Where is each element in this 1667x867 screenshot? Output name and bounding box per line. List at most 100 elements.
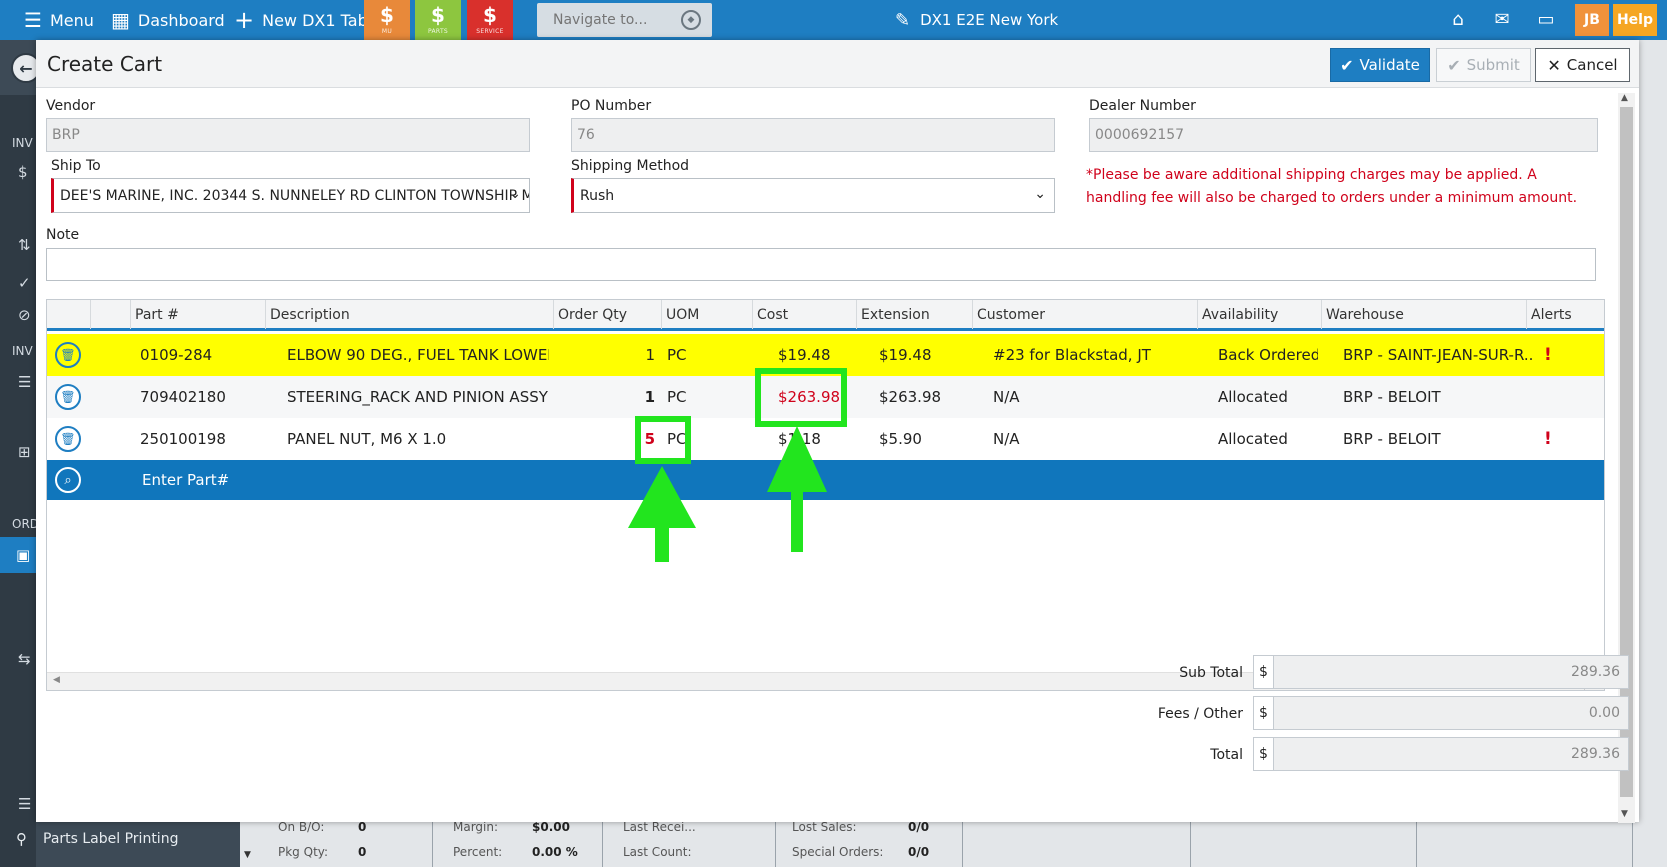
- column-header-availability[interactable]: Availability: [1198, 300, 1322, 329]
- column-header-uom[interactable]: UOM: [662, 300, 753, 329]
- sidebar-item-parts-label-printing[interactable]: ⚲ Parts Label Printing: [16, 830, 178, 848]
- quick-service-button[interactable]: $ SERVICE: [467, 0, 513, 40]
- ship-to-select[interactable]: DEE'S MARINE, INC. 20344 S. NUNNELEY RD …: [51, 178, 530, 213]
- note-input[interactable]: [46, 248, 1596, 281]
- inventory-icon[interactable]: $: [18, 163, 28, 181]
- check-icon: ✔: [1447, 55, 1461, 75]
- currency-symbol: $: [1254, 656, 1274, 688]
- trash-icon[interactable]: 🗑: [55, 342, 81, 368]
- ban-icon[interactable]: ⊘: [18, 306, 31, 324]
- submit-button[interactable]: ✔ Submit: [1436, 48, 1531, 82]
- store-name[interactable]: ✎ DX1 E2E New York: [895, 0, 1058, 40]
- cart-icon[interactable]: ⊞: [18, 443, 31, 461]
- fees-label: Fees / Other: [1157, 706, 1243, 722]
- po-number-field: [571, 118, 1055, 152]
- list-icon[interactable]: ☰: [18, 373, 31, 391]
- mail-icon[interactable]: ✉: [1490, 10, 1514, 30]
- compass-icon[interactable]: ◆: [681, 10, 701, 30]
- stat-label: Lost Sales:: [792, 820, 857, 834]
- extension-cell: $19.48: [879, 346, 932, 364]
- check-icon: ✔: [1340, 55, 1354, 75]
- order-qty-cell[interactable]: 1: [562, 376, 655, 418]
- trash-icon[interactable]: 🗑: [55, 384, 81, 410]
- dialog-header: Create Cart ✔ Validate ✔ Submit ✕ Cancel: [36, 40, 1639, 88]
- column-header-warehouse[interactable]: Warehouse: [1322, 300, 1527, 329]
- alert-icon[interactable]: [1544, 376, 1564, 418]
- dealer-number-field: [1089, 118, 1598, 152]
- divider: [432, 820, 433, 867]
- column-header-part[interactable]: Part #: [131, 300, 266, 329]
- warehouse-cell: BRP - BELOIT: [1343, 430, 1441, 448]
- column-header-alerts[interactable]: Alerts: [1527, 300, 1604, 329]
- dollar-add-icon: $: [431, 3, 445, 27]
- order-qty-cell[interactable]: 1: [562, 334, 655, 376]
- vendor-field: [46, 118, 530, 152]
- chevron-down-icon[interactable]: ▼: [1621, 809, 1628, 819]
- column-header-cost[interactable]: Cost: [753, 300, 857, 329]
- check-icon[interactable]: ✓: [18, 274, 31, 292]
- shipping-warning: *Please be aware additional shipping cha…: [1086, 167, 1578, 206]
- stat-label: Percent:: [453, 845, 503, 859]
- total-label: Total: [1210, 747, 1243, 763]
- dialog-title: Create Cart: [47, 52, 163, 76]
- enter-part-input[interactable]: [137, 460, 437, 500]
- stat-value: 0/0: [908, 845, 930, 859]
- availability-cell: Allocated: [1218, 388, 1288, 406]
- column-header-description[interactable]: Description: [266, 300, 554, 329]
- search-icon[interactable]: ⌕: [55, 467, 81, 493]
- list-icon[interactable]: ☰: [18, 795, 31, 813]
- divider: [1632, 820, 1633, 867]
- stat-label: Last Count:: [623, 845, 692, 859]
- total-field: $ 289.36: [1253, 737, 1629, 771]
- scrollbar-thumb[interactable]: [1620, 107, 1633, 797]
- dashboard-button[interactable]: ▦ Dashboard: [111, 0, 225, 40]
- report-icon[interactable]: ⇆: [18, 650, 31, 668]
- trash-icon[interactable]: 🗑: [55, 426, 81, 452]
- alert-icon[interactable]: !: [1544, 334, 1564, 376]
- cancel-button[interactable]: ✕ Cancel: [1535, 48, 1630, 82]
- chevron-up-icon[interactable]: ▲: [1621, 93, 1628, 103]
- chevron-down-icon[interactable]: ▼: [244, 850, 251, 860]
- part-cell: 709402180: [140, 388, 226, 406]
- dealer-number-label: Dealer Number: [1089, 98, 1196, 114]
- transfer-icon[interactable]: ⇅: [18, 236, 31, 254]
- ship-to-label: Ship To: [51, 158, 101, 174]
- column-header-customer[interactable]: Customer: [973, 300, 1198, 329]
- shipping-method-select[interactable]: Rush ⌄: [571, 178, 1055, 213]
- help-button[interactable]: Help: [1613, 4, 1657, 36]
- menu-button[interactable]: ☰ Menu: [24, 0, 94, 40]
- divider: [1416, 820, 1417, 867]
- validate-button[interactable]: ✔ Validate: [1330, 48, 1430, 82]
- dollar-add-icon: $: [380, 3, 394, 27]
- column-header-extension[interactable]: Extension: [857, 300, 973, 329]
- subtotal-label: Sub Total: [1179, 665, 1243, 681]
- stat-label: Last Recei...: [623, 820, 696, 834]
- availability-cell: Allocated: [1218, 430, 1288, 448]
- description-cell: ELBOW 90 DEG., FUEL TANK LOWER: [287, 346, 549, 364]
- stat-label: Special Orders:: [792, 845, 884, 859]
- stat-value: $0.00: [532, 820, 570, 834]
- highlight-box: [755, 368, 847, 427]
- customer-cell: N/A: [993, 388, 1020, 406]
- store-icon[interactable]: ⌂: [1446, 10, 1470, 30]
- column-header-order-qty[interactable]: Order Qty: [554, 300, 662, 329]
- extension-cell: $263.98: [879, 388, 942, 406]
- arrow-up-icon: [628, 466, 696, 562]
- quick-parts-button[interactable]: $ PARTS: [415, 0, 461, 40]
- stat-value: 0/0: [908, 820, 930, 834]
- quick-mu-button[interactable]: $ MU: [364, 0, 410, 40]
- chat-icon[interactable]: ▭: [1534, 10, 1558, 30]
- chevron-left-icon[interactable]: ◀: [53, 675, 60, 685]
- column-header-blank: [91, 300, 131, 329]
- order-icon[interactable]: ▣: [16, 546, 30, 564]
- stat-label: On B/O:: [278, 820, 325, 834]
- grid-header: Part # Description Order Qty UOM Cost Ex…: [47, 300, 1604, 331]
- alert-icon[interactable]: !: [1544, 418, 1564, 460]
- avatar[interactable]: JB: [1575, 4, 1609, 36]
- grid-icon: ▦: [111, 8, 130, 32]
- description-cell: STEERING_RACK AND PINION ASSY: [287, 388, 548, 406]
- part-cell: 250100198: [140, 430, 226, 448]
- uom-cell: PC: [667, 388, 687, 406]
- new-tab-button[interactable]: + New DX1 Tab: [234, 0, 368, 40]
- warehouse-cell: BRP - SAINT-JEAN-SUR-R...: [1343, 346, 1533, 364]
